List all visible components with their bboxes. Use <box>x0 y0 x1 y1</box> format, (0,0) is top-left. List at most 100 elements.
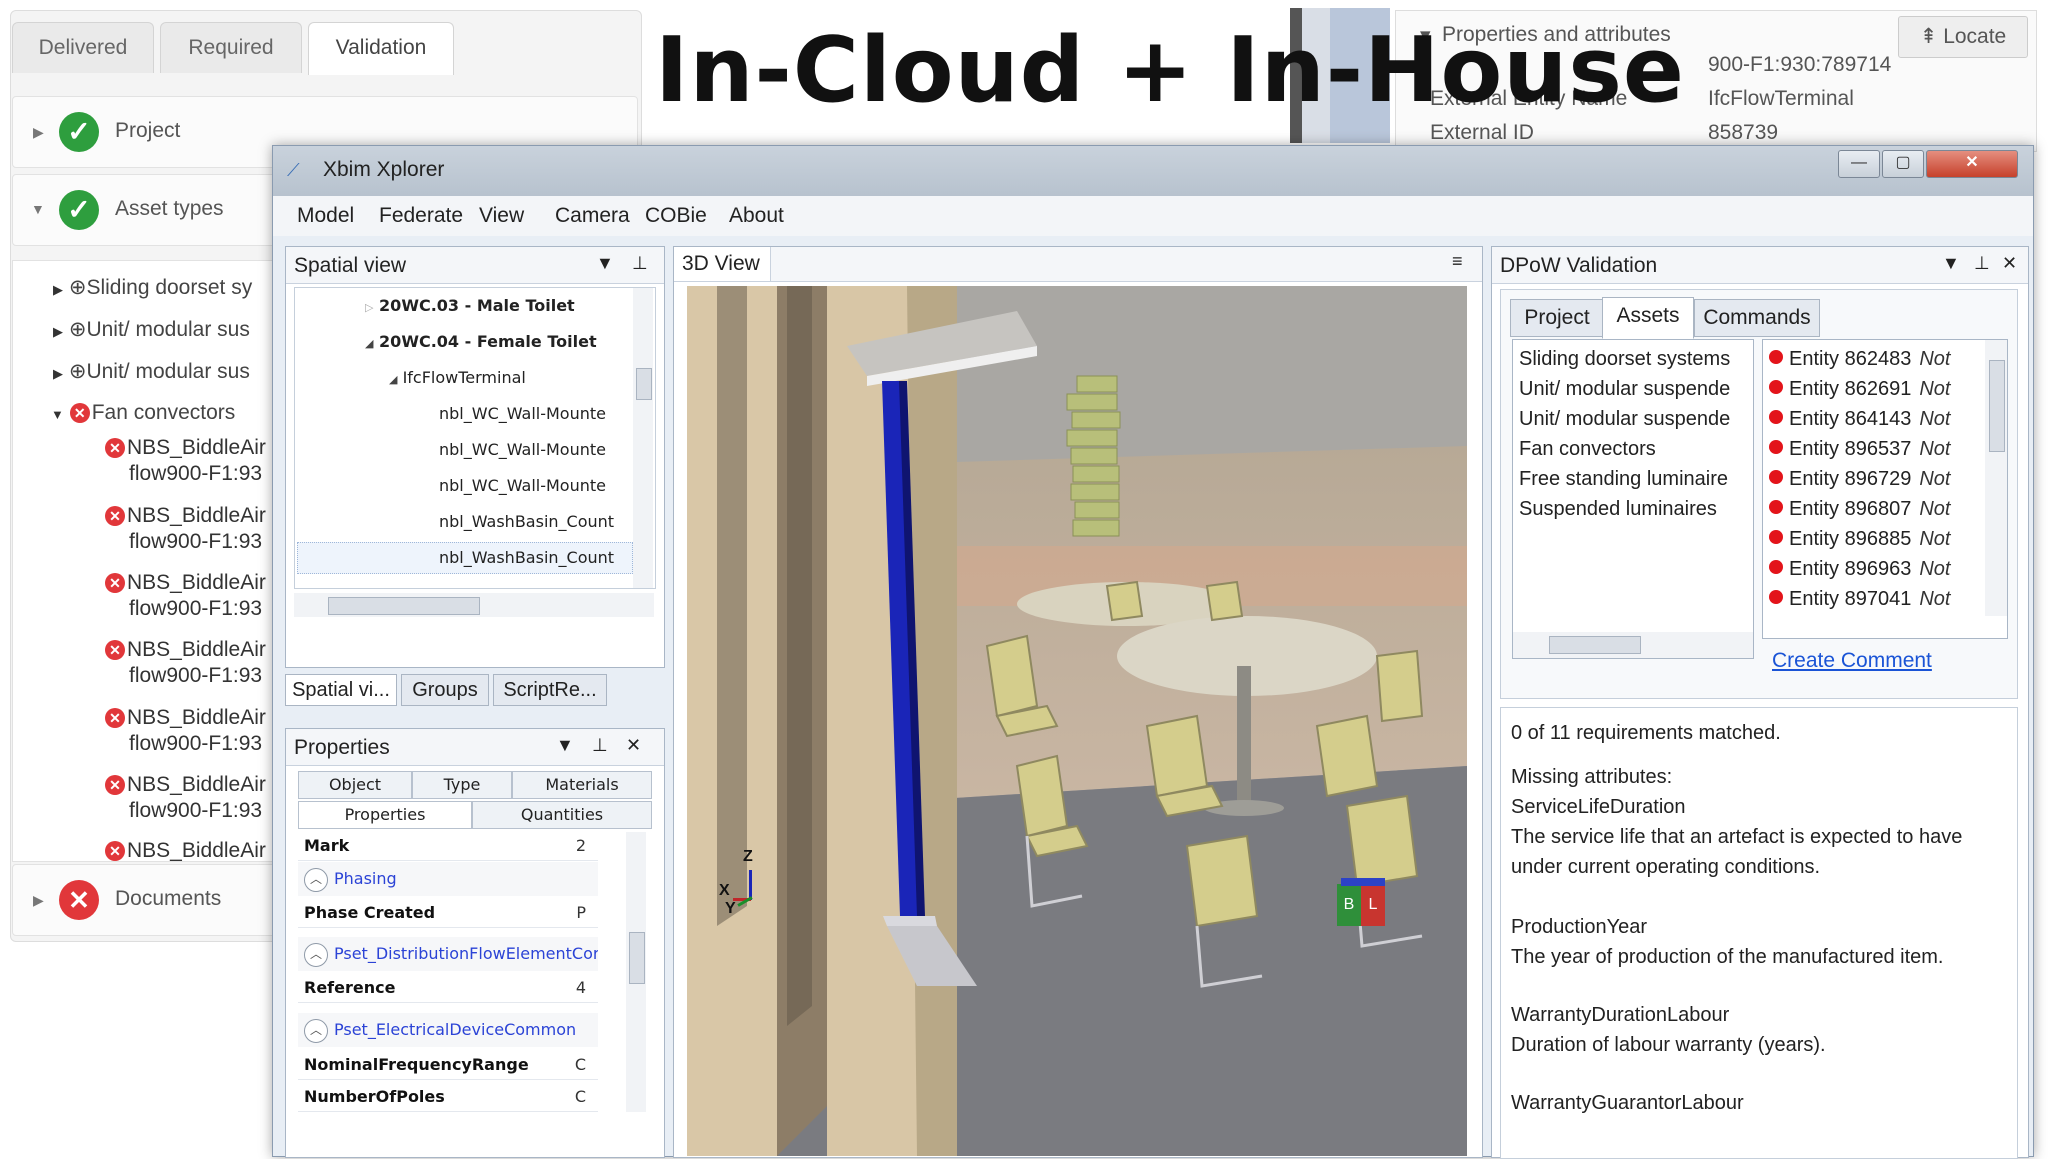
tab-type[interactable]: Type <box>412 771 512 799</box>
tree-node[interactable]: ▷ 20WC.03 - Male Toilet <box>365 296 575 315</box>
collapse-icon: ︿ <box>304 867 328 892</box>
tab-properties[interactable]: Properties <box>298 801 472 829</box>
tab-quantities[interactable]: Quantities <box>472 801 652 829</box>
dropdown-icon[interactable]: ▼ <box>596 253 614 274</box>
tab-spatial-view[interactable]: Spatial vi... <box>285 674 397 706</box>
check-icon: ✓ <box>59 112 99 152</box>
spatial-view-pane: Spatial view ▼ ⊥ ▷ 20WC.03 - Male Toilet… <box>285 246 665 668</box>
property-row[interactable]: Reference 4 <box>298 974 598 1003</box>
fan-item[interactable]: ✕ NBS_BiddleAir <box>105 838 266 864</box>
fan-item[interactable]: ✕ NBS_BiddleAir flow900-F1:93 <box>105 637 266 689</box>
list-item[interactable]: Entity 864143 Not <box>1769 408 1950 431</box>
chevron-right-icon: ▶ <box>33 124 44 140</box>
tab-script-results[interactable]: ScriptRe... <box>493 674 607 706</box>
tab-assets[interactable]: Assets <box>1602 297 1694 339</box>
scrollbar[interactable] <box>626 832 646 1112</box>
menu-cobie[interactable]: COBie <box>645 204 707 228</box>
status-dot <box>1769 410 1783 424</box>
tab-validation[interactable]: Validation <box>308 22 454 75</box>
tree-node[interactable]: nbl_WC_Wall-Mounte <box>439 440 606 459</box>
fan-item[interactable]: ✕ NBS_BiddleAir flow900-F1:93 <box>105 503 266 555</box>
tree-node[interactable]: nbl_WC_Wall-Mounte <box>439 404 606 423</box>
tab-project[interactable]: Project <box>1510 299 1604 337</box>
tab-commands[interactable]: Commands <box>1694 299 1820 337</box>
tree-node[interactable]: ◢ 20WC.04 - Female Toilet <box>365 332 597 351</box>
property-row[interactable]: NumberOfPoles C <box>298 1083 598 1112</box>
pane-title: Spatial view <box>294 254 407 277</box>
menu-view[interactable]: View <box>479 204 524 228</box>
list-item[interactable]: Entity 862691 Not <box>1769 378 1950 401</box>
slide-headline: In-Cloud + In-House <box>655 18 1685 123</box>
tab-required[interactable]: Required <box>160 22 302 73</box>
scrollbar[interactable] <box>633 288 653 588</box>
menu-camera[interactable]: Camera <box>555 204 630 228</box>
property-row[interactable]: Mark 2 <box>298 832 598 861</box>
pin-icon[interactable]: ⊥ <box>632 253 648 274</box>
horizontal-scrollbar[interactable] <box>294 593 654 617</box>
report-heading: Missing attributes: <box>1511 766 1673 788</box>
list-item[interactable]: Free standing luminaire <box>1519 468 1728 491</box>
3d-viewport[interactable]: Z X Y B L <box>687 286 1467 1156</box>
cube-face-back[interactable]: B <box>1337 884 1361 926</box>
check-icon: ✓ <box>59 190 99 230</box>
tab-materials[interactable]: Materials <box>512 771 652 799</box>
close-window-button[interactable]: ✕ <box>1926 150 2018 178</box>
create-comment-link[interactable]: Create Comment <box>1772 649 1932 673</box>
tab-groups[interactable]: Groups <box>401 674 489 706</box>
close-icon[interactable]: ✕ <box>626 735 641 756</box>
list-item[interactable]: Entity 862483 Not <box>1769 348 1950 371</box>
minimize-button[interactable]: — <box>1838 150 1880 178</box>
close-icon[interactable]: ✕ <box>2002 253 2017 274</box>
pane-menu-icon[interactable]: ≡ <box>1452 251 1463 272</box>
tab-object[interactable]: Object <box>298 771 412 799</box>
list-item[interactable]: Unit/ modular suspende <box>1519 378 1730 401</box>
list-item[interactable]: Entity 896729 Not <box>1769 468 1950 491</box>
tree-node[interactable]: nbl_WC_Wall-Mounte <box>439 476 606 495</box>
dropdown-icon[interactable]: ▼ <box>1942 253 1960 274</box>
pin-icon[interactable]: ⊥ <box>1974 253 1990 274</box>
view-cube[interactable]: B L <box>1337 878 1387 928</box>
axis-x-label: X <box>719 882 730 899</box>
menu-model[interactable]: Model <box>297 204 354 228</box>
list-item[interactable]: Entity 896537 Not <box>1769 438 1950 461</box>
properties-pane: Properties ▼ ⊥ ✕ Object Type Materials P… <box>285 728 665 1158</box>
list-item[interactable]: Suspended luminaires <box>1519 498 1717 521</box>
list-item[interactable]: Entity 897041 Not <box>1769 588 1950 611</box>
dpow-validation-pane: DPoW Validation ▼ ⊥ ✕ Project Assets Com… <box>1491 246 2029 1159</box>
menu-about[interactable]: About <box>729 204 784 228</box>
fan-item[interactable]: ✕ NBS_BiddleAir flow900-F1:93 <box>105 570 266 622</box>
fan-item[interactable]: ✕ NBS_BiddleAir flow900-F1:93 <box>105 772 266 824</box>
property-group[interactable]: ︿ Pset_ElectricalDeviceCommon <box>298 1013 598 1047</box>
list-item[interactable]: Unit/ modular suspende <box>1519 408 1730 431</box>
report-line: WarrantyDurationLabour <box>1511 1004 1730 1026</box>
list-item[interactable]: Entity 896885 Not <box>1769 528 1950 551</box>
property-group[interactable]: ︿ Phasing <box>298 862 598 896</box>
fan-item[interactable]: ✕ NBS_BiddleAir flow900-F1:93 <box>105 435 266 487</box>
locate-button[interactable]: ⇞ Locate <box>1898 16 2028 58</box>
dropdown-icon[interactable]: ▼ <box>556 735 574 756</box>
tab-delivered[interactable]: Delivered <box>12 22 154 73</box>
chevron-right-icon: ▶ <box>33 892 44 908</box>
property-row[interactable]: NominalFrequencyRange C <box>298 1051 598 1080</box>
property-row[interactable]: Phase Created P <box>298 899 598 928</box>
list-item[interactable]: Sliding doorset systems <box>1519 348 1730 371</box>
list-item[interactable]: Fan convectors <box>1519 438 1656 461</box>
fan-item[interactable]: ✕ NBS_BiddleAir flow900-F1:93 <box>105 705 266 757</box>
cube-face-left[interactable]: L <box>1361 884 1385 926</box>
tree-item[interactable]: ▶ ⊕Sliding doorset sy <box>53 275 252 300</box>
menu-federate[interactable]: Federate <box>379 204 463 228</box>
tree-item[interactable]: ▶ ⊕Unit/ modular sus <box>53 359 250 384</box>
tree-item[interactable]: ▶ ⊕Unit/ modular sus <box>53 317 250 342</box>
tree-node[interactable]: nbl_WashBasin_Count <box>439 512 614 531</box>
scrollbar[interactable] <box>1985 340 2007 616</box>
horizontal-scrollbar[interactable] <box>1513 632 1753 658</box>
tree-node[interactable]: ◢ IfcFlowTerminal <box>389 368 526 387</box>
list-item[interactable]: Entity 896807 Not <box>1769 498 1950 521</box>
pin-icon[interactable]: ⊥ <box>592 735 608 756</box>
property-group[interactable]: ︿ Pset_DistributionFlowElementCor <box>298 937 598 971</box>
tab-3d-view[interactable]: 3D View <box>674 247 771 281</box>
tree-node[interactable]: nbl_WashBasin_Count <box>439 548 614 567</box>
maximize-button[interactable]: ▢ <box>1882 150 1924 178</box>
tree-item-fan-convectors[interactable]: ▼ ✕ Fan convectors <box>51 401 235 425</box>
list-item[interactable]: Entity 896963 Not <box>1769 558 1950 581</box>
